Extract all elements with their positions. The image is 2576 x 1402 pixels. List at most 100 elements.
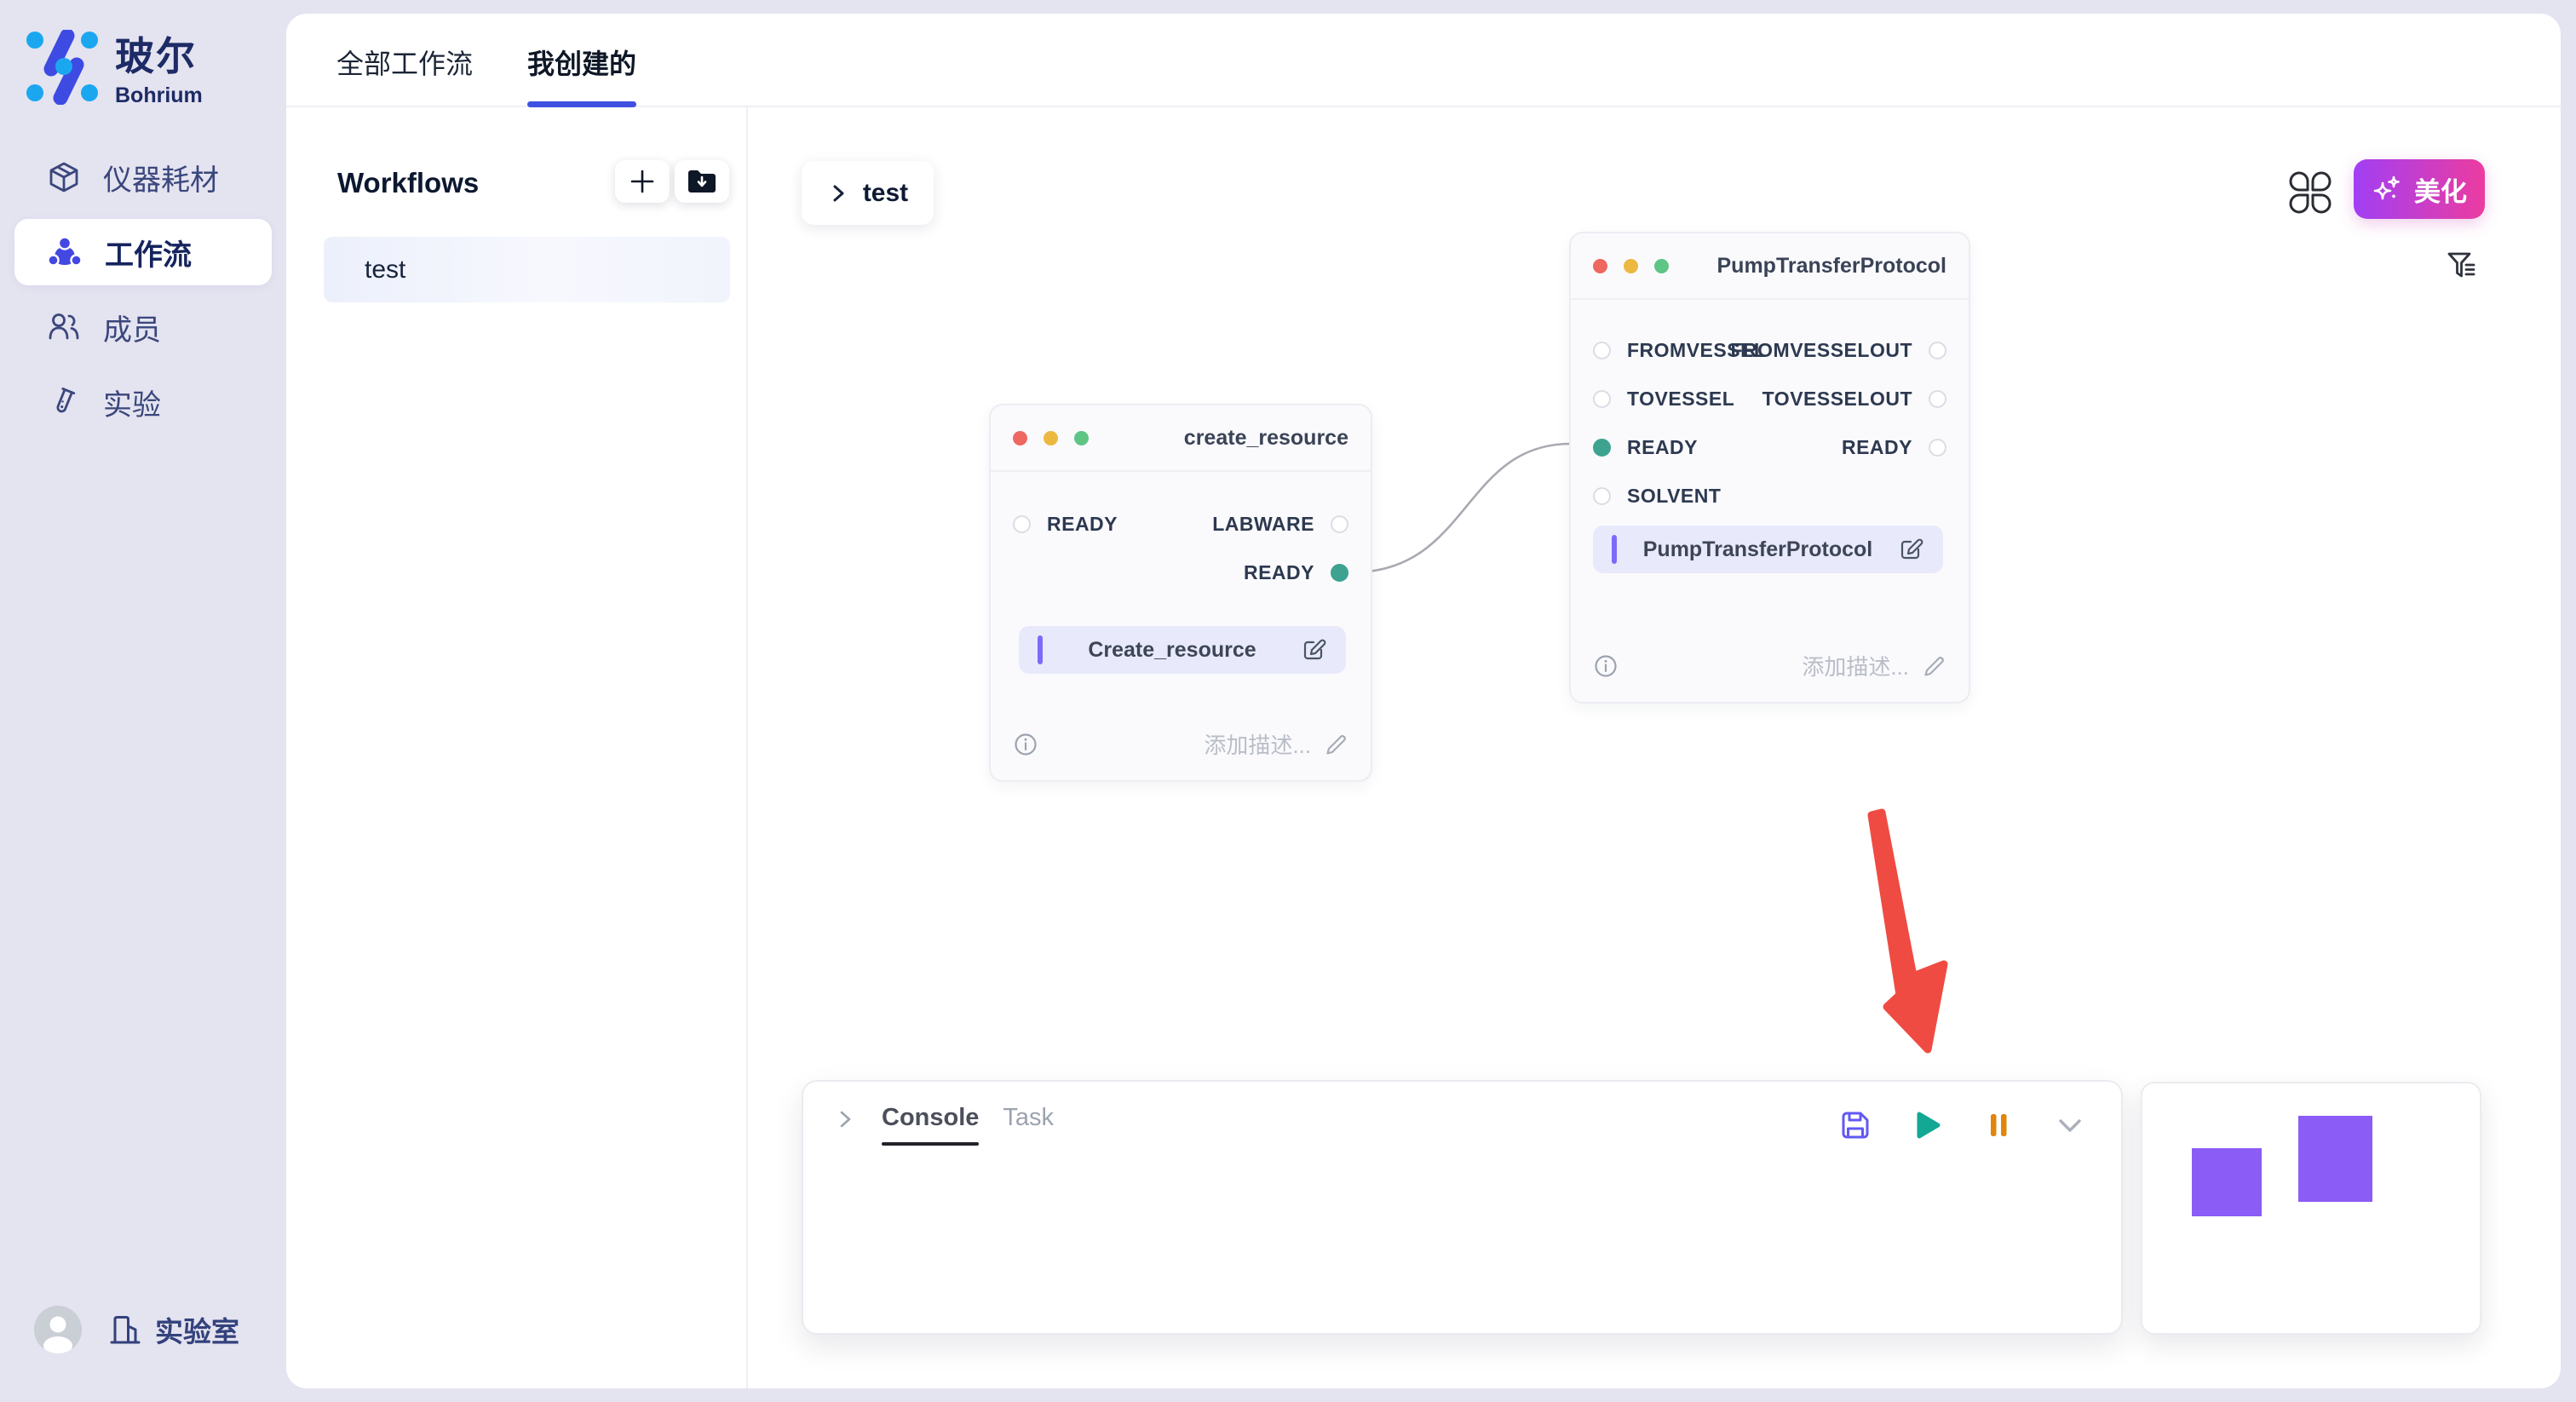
node-action-pill[interactable]: Create_resource bbox=[1019, 626, 1346, 674]
edge-ready-to-ready bbox=[1349, 444, 1571, 572]
input-port-fromvessel[interactable] bbox=[1593, 342, 1611, 359]
run-play-icon[interactable] bbox=[1910, 1108, 1944, 1142]
minimap-node-pump-transfer bbox=[2298, 1116, 2372, 1202]
output-port-ready-connected[interactable] bbox=[1331, 564, 1348, 582]
red-annotation-arrow bbox=[1872, 813, 1944, 1049]
chevron-right-icon bbox=[827, 182, 849, 204]
pill-label: PumpTransferProtocol bbox=[1625, 537, 1890, 562]
bohrium-workflow-app: { "brand": { "title": "玻尔", "subtitle": … bbox=[0, 0, 2576, 1402]
package-icon bbox=[47, 160, 81, 194]
port-label: READY bbox=[1842, 436, 1912, 459]
description-placeholder[interactable]: 添加描述... bbox=[1802, 650, 1909, 681]
main-content-card: 全部工作流 我创建的 Workflows test bbox=[286, 14, 2561, 1388]
tab-all-workflows[interactable]: 全部工作流 bbox=[336, 43, 473, 106]
sidebar-item-workflows[interactable]: 工作流 bbox=[14, 219, 272, 285]
node-header: PumpTransferProtocol bbox=[1571, 233, 1969, 300]
beautify-button[interactable]: 美化 bbox=[2354, 159, 2485, 219]
node-footer: 添加描述... bbox=[1013, 728, 1348, 760]
node-action-pill[interactable]: PumpTransferProtocol bbox=[1593, 526, 1943, 573]
sidebar-item-members[interactable]: 成员 bbox=[14, 294, 272, 360]
sidebar-footer: 实验室 bbox=[34, 1306, 239, 1353]
console-actions bbox=[1838, 1108, 2087, 1142]
sidebar-item-label: 成员 bbox=[103, 307, 161, 348]
workflow-tabs: 全部工作流 我创建的 bbox=[286, 14, 2561, 107]
dot-red-icon[interactable] bbox=[1593, 259, 1607, 273]
pill-accent-bar bbox=[1038, 635, 1043, 664]
edit-icon[interactable] bbox=[1899, 537, 1924, 562]
clover-icon bbox=[2288, 170, 2332, 215]
tab-my-created[interactable]: 我创建的 bbox=[527, 43, 636, 106]
collapse-chevron-right-icon[interactable] bbox=[832, 1106, 858, 1132]
pill-accent-bar bbox=[1612, 535, 1617, 564]
workflows-panel: Workflows test bbox=[286, 107, 748, 1388]
input-port-tovessel[interactable] bbox=[1593, 390, 1611, 408]
description-placeholder[interactable]: 添加描述... bbox=[1204, 728, 1311, 760]
port-label: TOVESSEL bbox=[1627, 388, 1734, 411]
pencil-icon[interactable] bbox=[1325, 733, 1348, 756]
dot-yellow-icon[interactable] bbox=[1044, 431, 1058, 445]
members-icon bbox=[47, 311, 81, 343]
breadcrumb[interactable]: test bbox=[802, 161, 934, 225]
folder-download-icon bbox=[687, 168, 717, 195]
port-label: TOVESSELOUT bbox=[1762, 388, 1912, 411]
node-title: PumpTransferProtocol bbox=[1717, 254, 1947, 279]
dot-green-icon[interactable] bbox=[1074, 431, 1089, 445]
minimap-node-create-resource bbox=[2192, 1148, 2262, 1216]
filter-button[interactable] bbox=[2441, 245, 2482, 286]
output-port-labware[interactable] bbox=[1331, 515, 1348, 533]
tab-console[interactable]: Console bbox=[882, 1104, 979, 1146]
node-title: create_resource bbox=[1184, 426, 1348, 451]
plus-icon bbox=[628, 167, 657, 196]
port-label: SOLVENT bbox=[1627, 485, 1721, 508]
workflows-panel-title: Workflows bbox=[337, 167, 479, 199]
port-label: READY bbox=[1627, 436, 1698, 459]
dot-yellow-icon[interactable] bbox=[1624, 259, 1638, 273]
input-port-ready-connected[interactable] bbox=[1593, 439, 1611, 457]
pill-label: Create_resource bbox=[1051, 638, 1293, 663]
node-footer: 添加描述... bbox=[1593, 650, 1946, 681]
node-pump-transfer-protocol[interactable]: PumpTransferProtocol FROMVESSEL TOVESSEL… bbox=[1569, 232, 1970, 704]
apps-clover-button[interactable] bbox=[2286, 169, 2334, 216]
sidebar-item-experiments[interactable]: 实验 bbox=[14, 369, 272, 435]
port-label: READY bbox=[1047, 513, 1118, 536]
experiment-icon bbox=[47, 385, 81, 419]
sidebar-item-label: 工作流 bbox=[105, 232, 192, 273]
bohrium-logo-icon bbox=[25, 30, 100, 105]
port-row: FROMVESSELOUT bbox=[1730, 326, 1946, 375]
beautify-label: 美化 bbox=[2414, 170, 2467, 209]
sidebar-menu: 仪器耗材 工作流 成员 bbox=[0, 144, 286, 435]
sparkles-icon bbox=[2372, 173, 2404, 205]
input-port-ready[interactable] bbox=[1013, 515, 1031, 533]
add-workflow-button[interactable] bbox=[615, 160, 670, 203]
dot-green-icon[interactable] bbox=[1654, 259, 1669, 273]
port-row: READY bbox=[1730, 423, 1946, 472]
sidebar-item-instruments[interactable]: 仪器耗材 bbox=[14, 144, 272, 210]
info-icon[interactable] bbox=[1013, 732, 1038, 757]
node-create-resource[interactable]: create_resource READY LABWARE READY bbox=[989, 404, 1372, 782]
workflow-list-item-test[interactable]: test bbox=[324, 237, 730, 302]
user-avatar[interactable] bbox=[34, 1306, 82, 1353]
input-port-solvent[interactable] bbox=[1593, 487, 1611, 505]
pencil-icon[interactable] bbox=[1923, 654, 1946, 678]
import-workflow-button[interactable] bbox=[675, 160, 729, 203]
filter-funnel-icon bbox=[2444, 248, 2480, 284]
edit-icon[interactable] bbox=[1302, 637, 1327, 663]
node-header: create_resource bbox=[991, 405, 1371, 472]
console-panel: Console Task bbox=[802, 1080, 2123, 1335]
output-port-tovesselout[interactable] bbox=[1929, 390, 1946, 408]
pause-icon[interactable] bbox=[1981, 1108, 2015, 1142]
workspace-switcher[interactable]: 实验室 bbox=[107, 1309, 239, 1350]
output-port-ready[interactable] bbox=[1929, 439, 1946, 457]
chevron-down-icon[interactable] bbox=[2053, 1108, 2087, 1142]
tab-task[interactable]: Task bbox=[1003, 1104, 1054, 1146]
minimap[interactable] bbox=[2141, 1082, 2481, 1335]
output-port-fromvesselout[interactable] bbox=[1929, 342, 1946, 359]
dot-red-icon[interactable] bbox=[1013, 431, 1027, 445]
port-label: LABWARE bbox=[1212, 513, 1314, 536]
port-label: READY bbox=[1244, 561, 1314, 584]
sidebar-item-label: 仪器耗材 bbox=[103, 157, 219, 198]
sidebar: 玻尔 Bohrium 仪器耗材 bbox=[0, 0, 286, 1402]
info-icon[interactable] bbox=[1593, 653, 1619, 679]
save-icon[interactable] bbox=[1838, 1108, 1872, 1142]
workflow-canvas[interactable]: test 美化 bbox=[748, 107, 2561, 1388]
